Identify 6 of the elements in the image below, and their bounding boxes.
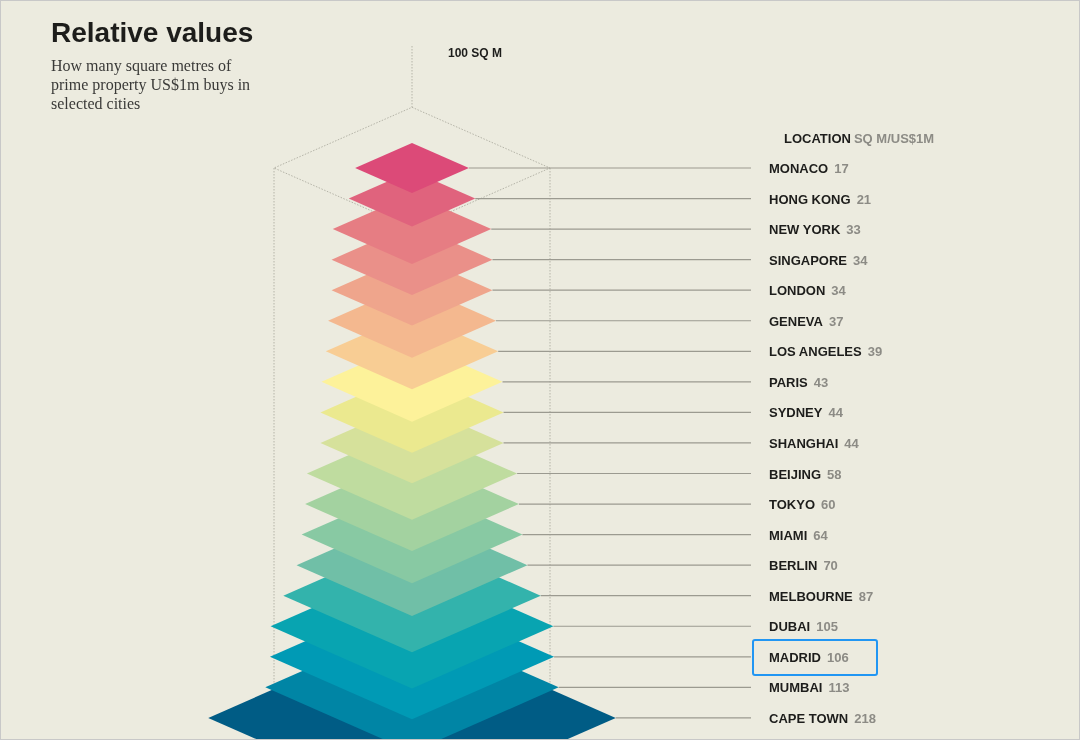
city-label[interactable]: MADRID 106 [752, 638, 878, 677]
chart-subtitle: How many square metres of prime property US$1m buys in selected cities [51, 56, 252, 113]
legend-unit: SQ M/US$1M [853, 129, 935, 148]
reference-label: 100 SQ M [448, 46, 503, 60]
legend-location: LOCATION [784, 129, 851, 148]
chart-title: Relative values [51, 16, 255, 50]
